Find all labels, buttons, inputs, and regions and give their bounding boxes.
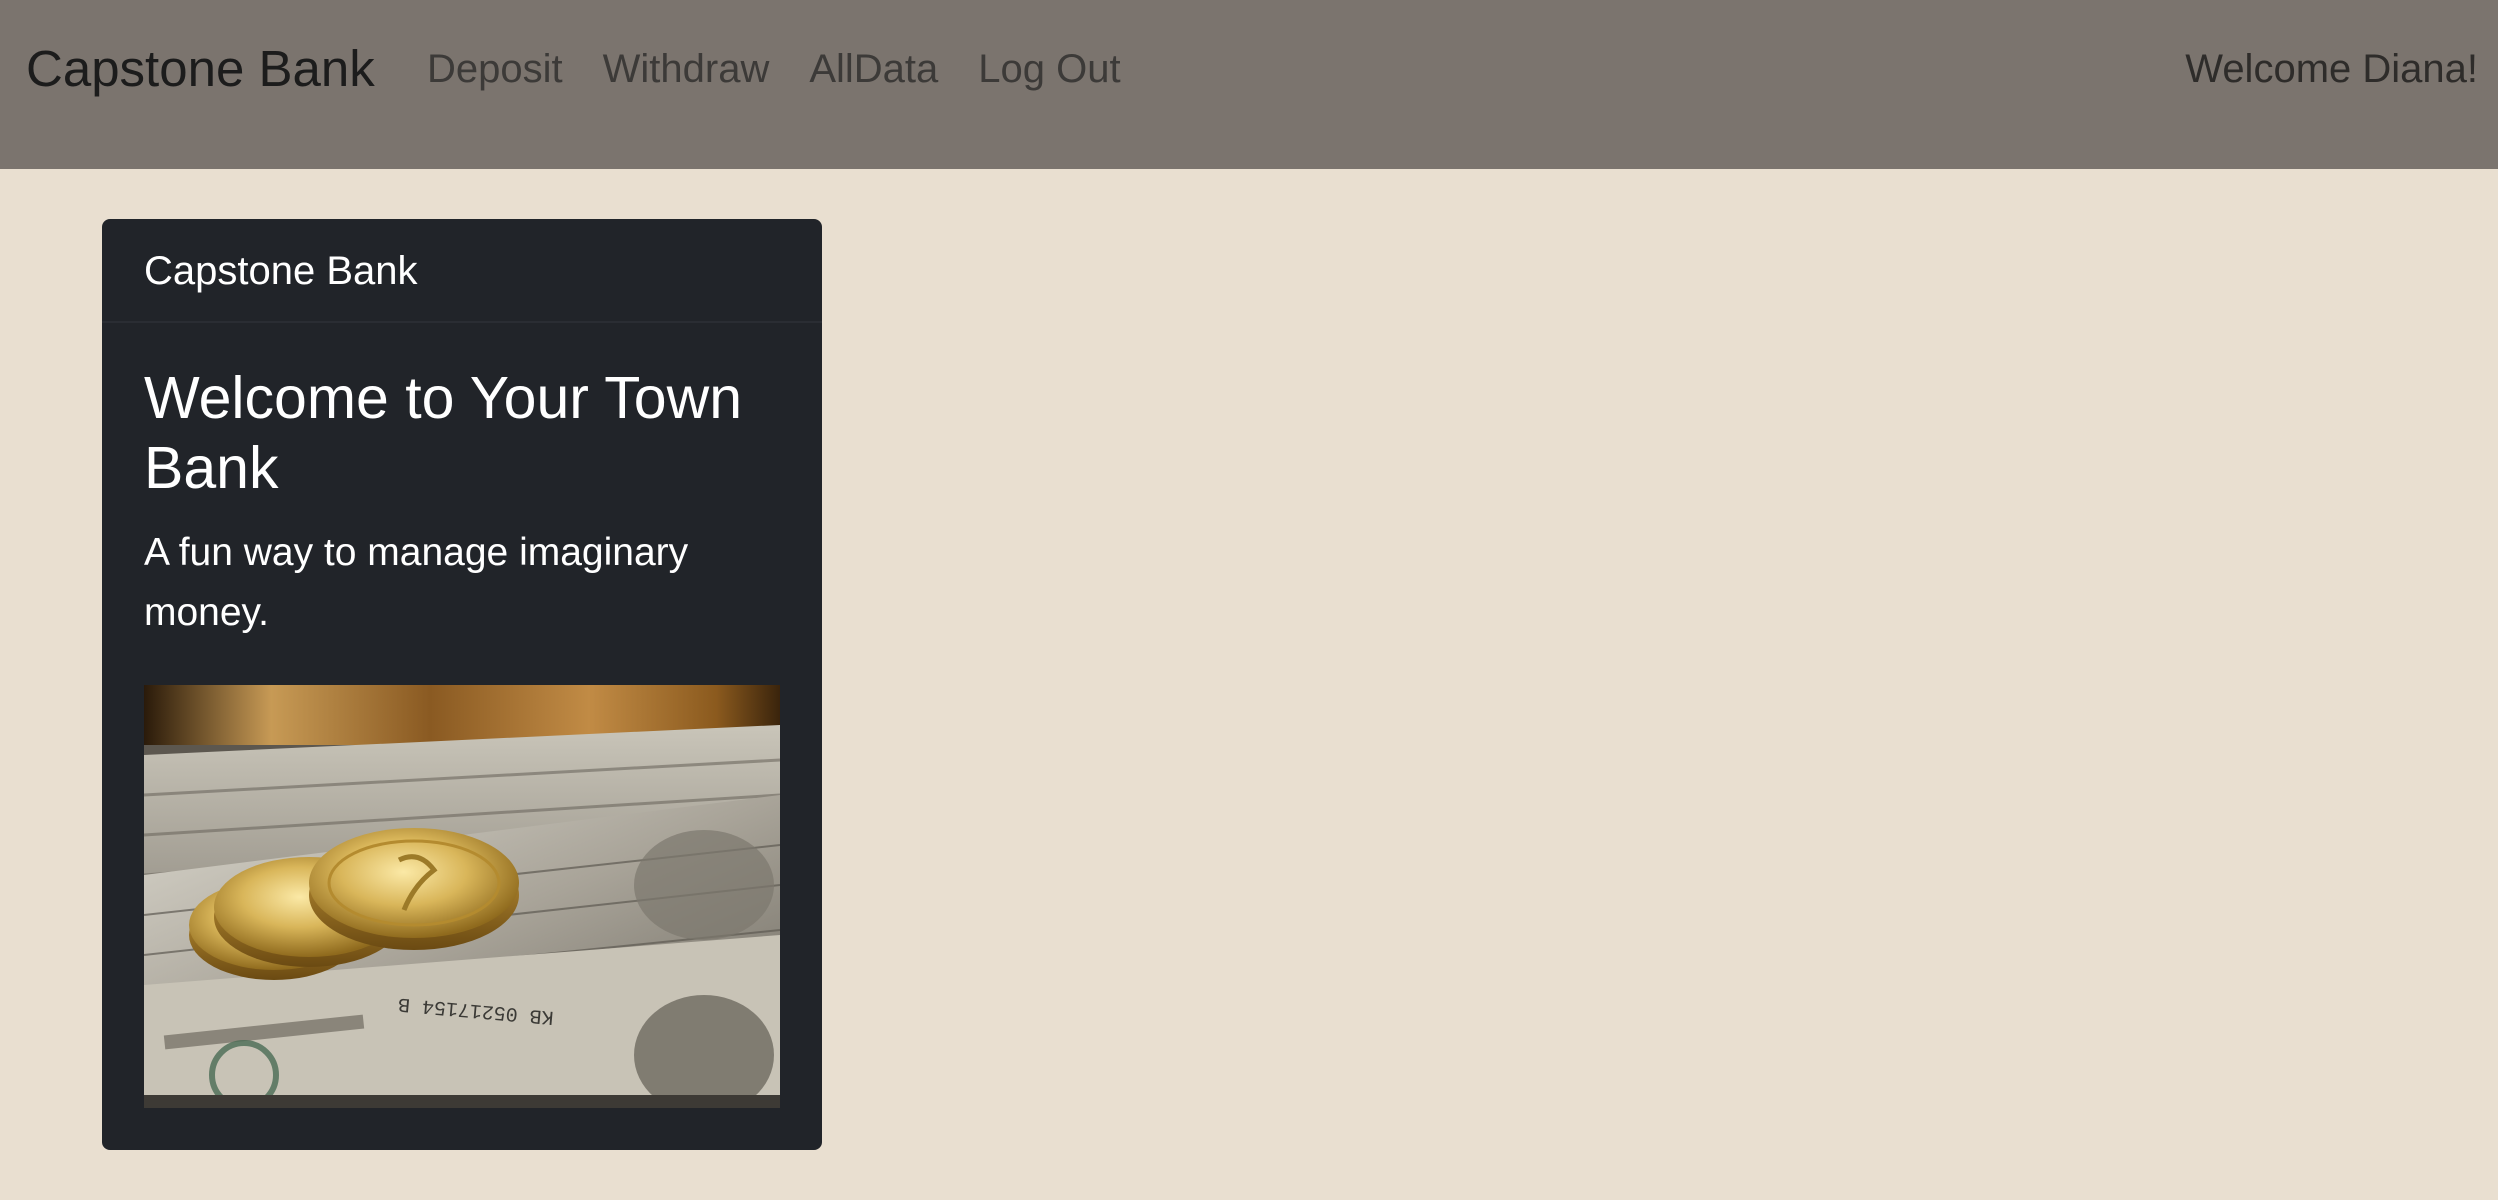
welcome-card: Capstone Bank Welcome to Your Town Bank … [102,219,822,1150]
welcome-user-text: Welcome Diana! [2185,47,2478,91]
nav-link-deposit[interactable]: Deposit [427,41,563,97]
nav-link-logout[interactable]: Log Out [978,41,1120,97]
nav-link-alldata[interactable]: AllData [809,41,938,97]
top-navbar: Capstone Bank Deposit Withdraw AllData L… [0,0,2498,169]
card-body: Welcome to Your Town Bank A fun way to m… [102,363,822,643]
card-text: A fun way to manage imaginary money. [144,531,689,634]
nav-links: Deposit Withdraw AllData Log Out [427,41,1121,97]
card-title: Welcome to Your Town Bank [144,365,743,501]
card-header: Capstone Bank [102,219,822,323]
navbar-brand-link[interactable]: Capstone Bank [26,38,375,100]
money-image: KB 05217154 B [144,685,780,1108]
nav-link-withdraw[interactable]: Withdraw [603,41,770,97]
